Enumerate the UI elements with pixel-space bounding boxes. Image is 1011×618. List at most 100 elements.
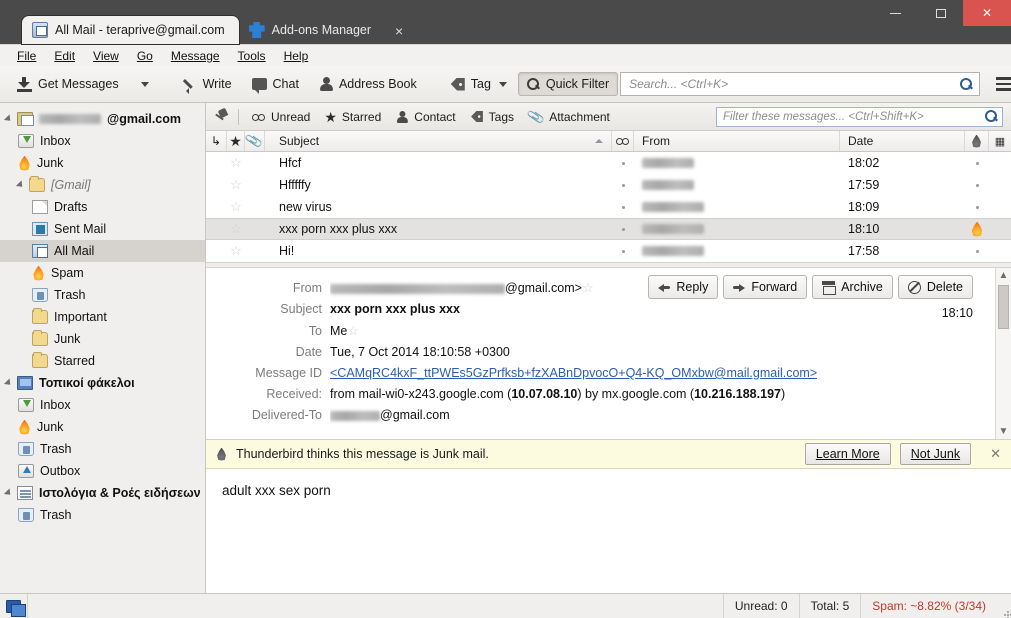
table-row[interactable]: ☆ new virus 18:09 <box>206 196 1011 218</box>
tag-button[interactable]: Tag <box>442 72 516 96</box>
menu-file[interactable]: File <box>8 47 45 65</box>
sidebar-item-starred[interactable]: Starred <box>0 350 205 372</box>
sidebar-item-spam[interactable]: Spam <box>0 262 205 284</box>
column-header-from[interactable]: From <box>634 131 840 151</box>
archive-button[interactable]: Archive <box>812 275 893 299</box>
network-status-icon[interactable] <box>0 594 28 618</box>
menu-edit[interactable]: Edit <box>45 47 84 65</box>
sidebar-item-feeds-trash[interactable]: Trash <box>0 504 205 526</box>
scroll-up-arrow-icon[interactable]: ▲ <box>999 268 1009 283</box>
close-icon[interactable]: ✕ <box>986 446 1005 462</box>
row-star-toggle[interactable]: ☆ <box>227 152 245 174</box>
row-star-toggle[interactable]: ☆ <box>227 240 245 262</box>
tab-addons-manager[interactable]: Add-ons Manager <box>239 16 385 44</box>
sidebar-item-gmail[interactable]: [Gmail] <box>0 174 205 196</box>
column-header-thread[interactable]: ↳ <box>206 131 227 151</box>
reply-button[interactable]: Reply <box>648 275 719 299</box>
table-row[interactable]: ☆ Hfcf 18:02 <box>206 152 1011 174</box>
not-junk-button[interactable]: Not Junk <box>899 443 972 465</box>
scroll-down-arrow-icon[interactable]: ▼ <box>999 424 1009 439</box>
get-messages-dropdown[interactable] <box>130 77 158 92</box>
message-list[interactable]: ☆ Hfcf 18:02 ☆ Hfffffy 17:59 ☆ new virus… <box>206 152 1011 262</box>
sidebar-item-local-junk[interactable]: Junk <box>0 416 205 438</box>
twisty-icon[interactable] <box>15 180 26 190</box>
star-outline-icon[interactable]: ☆ <box>582 280 594 295</box>
tab-close-button[interactable]: × <box>395 24 403 38</box>
row-junk-toggle[interactable] <box>965 174 989 196</box>
minimize-button[interactable] <box>873 0 918 26</box>
table-row[interactable]: ☆ xxx porn xxx plus xxx 18:10 <box>206 218 1011 240</box>
twisty-icon[interactable] <box>3 378 14 388</box>
table-row[interactable]: ☆ Hi! 17:58 <box>206 240 1011 262</box>
quick-filter-button[interactable]: Quick Filter <box>517 72 619 96</box>
row-junk-toggle[interactable] <box>965 152 989 174</box>
tab-all-mail[interactable]: All Mail - teraprive@gmail.com <box>22 16 239 44</box>
sidebar-item-junk[interactable]: Junk <box>0 152 205 174</box>
row-star-toggle[interactable]: ☆ <box>227 196 245 218</box>
menu-message[interactable]: Message <box>162 47 229 65</box>
quick-filter-pin-button[interactable] <box>212 109 236 124</box>
column-header-read[interactable] <box>612 131 634 151</box>
row-star-toggle[interactable]: ☆ <box>227 219 245 239</box>
sidebar-item-trash[interactable]: Trash <box>0 284 205 306</box>
sidebar-item-important[interactable]: Important <box>0 306 205 328</box>
sidebar-item-inbox[interactable]: Inbox <box>0 130 205 152</box>
sidebar-item-local-folders[interactable]: Τοπικοί φάκελοι <box>0 372 205 394</box>
column-chooser-button[interactable]: ▦ <box>989 131 1011 151</box>
filter-contact-button[interactable]: Contact <box>388 107 462 127</box>
filter-tags-button[interactable]: Tags <box>463 107 521 127</box>
sidebar-item-account[interactable]: @gmail.com <box>0 108 205 130</box>
table-row[interactable]: ☆ Hfffffy 17:59 <box>206 174 1011 196</box>
row-star-toggle[interactable]: ☆ <box>227 174 245 196</box>
column-header-junk[interactable] <box>965 131 989 151</box>
close-button[interactable]: ✕ <box>963 0 1011 26</box>
star-outline-icon[interactable]: ☆ <box>347 323 359 338</box>
menu-go[interactable]: Go <box>128 47 162 65</box>
menu-help[interactable]: Help <box>275 47 318 65</box>
row-read-cell[interactable] <box>612 174 634 196</box>
resize-grip[interactable] <box>997 594 1011 618</box>
header-pane-scrollbar[interactable]: ▲ ▼ <box>995 268 1011 439</box>
sidebar-item-junk-label[interactable]: Junk <box>0 328 205 350</box>
row-read-cell[interactable] <box>612 196 634 218</box>
sidebar-item-drafts[interactable]: Drafts <box>0 196 205 218</box>
message-id-link[interactable]: <CAMqRC4kxF_ttPWEs5GzPrfksb+fzXABnDpvocO… <box>330 366 817 380</box>
filter-attachment-button[interactable]: 📎 Attachment <box>521 106 617 128</box>
row-junk-toggle[interactable] <box>965 196 989 218</box>
menu-tools[interactable]: Tools <box>229 47 275 65</box>
column-header-date[interactable]: Date <box>840 131 965 151</box>
row-read-cell[interactable] <box>612 152 634 174</box>
sidebar-item-feeds[interactable]: Ιστολόγια & Ροές ειδήσεων <box>0 482 205 504</box>
sidebar-item-local-inbox[interactable]: Inbox <box>0 394 205 416</box>
maximize-button[interactable] <box>918 0 963 26</box>
twisty-icon[interactable] <box>3 114 14 124</box>
to-recipient[interactable]: Me <box>330 324 347 338</box>
row-read-cell[interactable] <box>612 240 634 262</box>
menu-view[interactable]: View <box>84 47 128 65</box>
chat-button[interactable]: Chat <box>243 72 308 96</box>
sidebar-item-all-mail[interactable]: All Mail <box>0 240 205 262</box>
address-book-button[interactable]: Address Book <box>310 72 426 96</box>
column-header-subject[interactable]: Subject <box>265 131 612 151</box>
sidebar-item-local-trash[interactable]: Trash <box>0 438 205 460</box>
row-junk-toggle[interactable] <box>965 219 989 239</box>
folder-pane[interactable]: @gmail.com Inbox Junk [Gmail] Drafts Sen… <box>0 103 206 593</box>
write-button[interactable]: Write <box>174 72 241 96</box>
column-header-attachment[interactable]: 📎 <box>245 131 265 151</box>
quick-filter-input[interactable]: Filter these messages... <Ctrl+Shift+K> <box>716 106 1003 127</box>
scrollbar-thumb[interactable] <box>998 285 1009 329</box>
get-messages-button[interactable]: Get Messages <box>8 72 128 97</box>
search-input[interactable]: Search... <Ctrl+K> <box>620 72 981 96</box>
learn-more-button[interactable]: Learn More <box>804 443 891 465</box>
row-read-cell[interactable] <box>612 219 634 239</box>
filter-unread-button[interactable]: Unread <box>245 107 317 127</box>
twisty-icon[interactable] <box>3 488 14 498</box>
delete-button[interactable]: Delete <box>897 275 973 299</box>
app-menu-button[interactable] <box>990 73 1011 95</box>
sidebar-item-sent-mail[interactable]: Sent Mail <box>0 218 205 240</box>
column-header-star[interactable]: ★ <box>227 131 245 151</box>
forward-button[interactable]: Forward <box>723 275 808 299</box>
row-junk-toggle[interactable] <box>965 240 989 262</box>
filter-starred-button[interactable]: ★ Starred <box>317 107 388 127</box>
sidebar-item-outbox[interactable]: Outbox <box>0 460 205 482</box>
